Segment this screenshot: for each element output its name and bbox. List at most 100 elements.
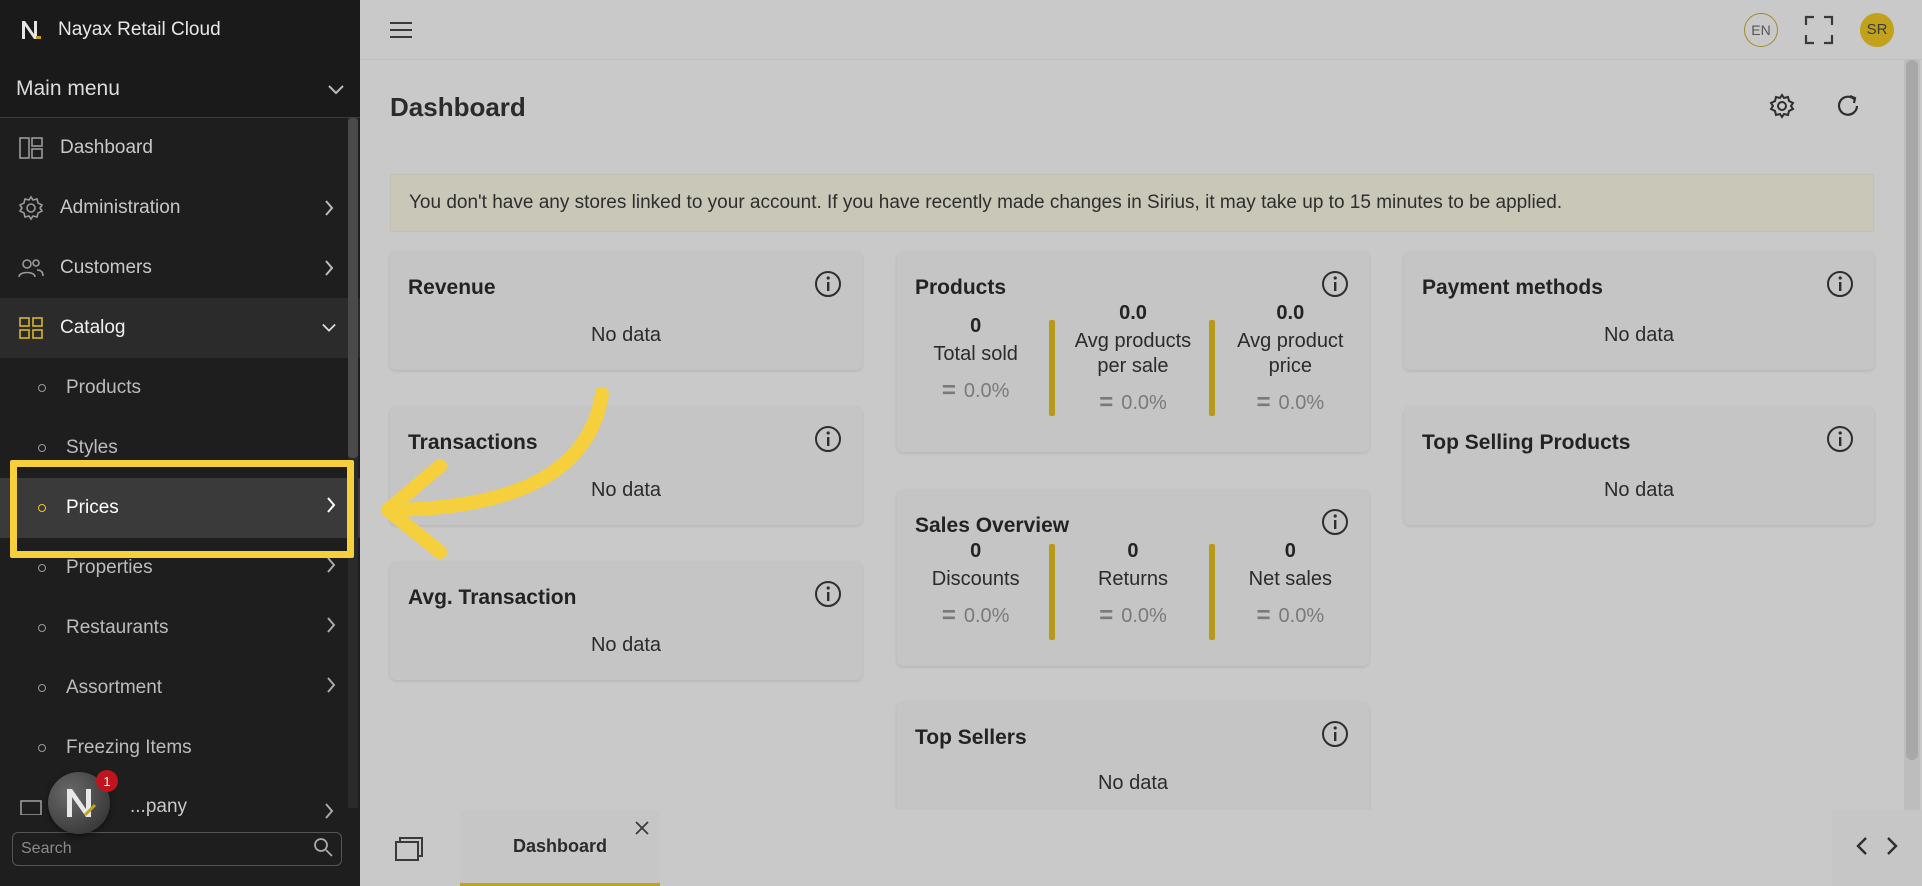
card-title: Top Selling Products bbox=[1422, 431, 1631, 454]
brand-header[interactable]: Nayax Retail Cloud bbox=[0, 0, 360, 60]
info-icon[interactable] bbox=[814, 425, 842, 453]
chevron-right-icon[interactable] bbox=[1886, 836, 1898, 861]
stat-change: = 0.0% bbox=[942, 602, 1010, 630]
chevron-right-icon bbox=[326, 617, 336, 639]
no-data-text: No data bbox=[590, 324, 662, 346]
tab-dashboard[interactable]: Dashboard bbox=[460, 810, 660, 886]
page-title: Dashboard bbox=[390, 92, 526, 122]
chevron-left-icon[interactable] bbox=[1856, 836, 1868, 861]
user-avatar[interactable]: SR bbox=[1860, 12, 1894, 47]
products-card: Products 0 Total sold = 0.0% 0.0 Avg prod… bbox=[897, 252, 1369, 452]
close-icon[interactable] bbox=[634, 820, 650, 836]
bullet-icon bbox=[38, 744, 46, 752]
card-title: Revenue bbox=[408, 276, 496, 299]
stat-label: Net sales bbox=[1248, 568, 1332, 590]
sidebar-item-dashboard[interactable]: Dashboard bbox=[0, 118, 360, 178]
chevron-down-icon bbox=[322, 321, 336, 335]
refresh-icon[interactable] bbox=[1834, 92, 1862, 120]
stat-change: = 0.0% bbox=[1099, 389, 1167, 417]
card-title: Avg. Transaction bbox=[408, 586, 577, 609]
stat-value: 0 bbox=[1284, 540, 1296, 562]
no-data-text: No data bbox=[590, 634, 662, 656]
sidebar-subitem-assortment[interactable]: Assortment bbox=[0, 658, 360, 718]
stat-value: 0.0 bbox=[1276, 302, 1305, 324]
nayax-logo-icon bbox=[67, 789, 97, 817]
divider-bar bbox=[1049, 320, 1055, 416]
chevron-right-icon bbox=[322, 200, 336, 216]
tab-navigation bbox=[1832, 810, 1922, 886]
card-title: Top Sellers bbox=[915, 726, 1027, 749]
sidebar-item-catalog[interactable]: Catalog bbox=[0, 298, 360, 358]
sales-stats: 0 Discounts = 0.0% 0 Returns = 0.0% 0 Net … bbox=[897, 540, 1369, 630]
info-icon[interactable] bbox=[1321, 270, 1349, 298]
topbar: EN SR bbox=[360, 0, 1922, 60]
search-icon[interactable] bbox=[313, 837, 333, 862]
stat-returns: 0 Returns = 0.0% bbox=[1054, 540, 1211, 630]
equal-icon: = bbox=[941, 602, 956, 629]
grid-icon bbox=[18, 315, 44, 341]
sidebar-scrollbar-thumb[interactable] bbox=[348, 118, 358, 458]
equal-icon: = bbox=[941, 377, 956, 404]
card-title: Payment methods bbox=[1422, 276, 1603, 299]
chevron-right-icon bbox=[326, 557, 336, 579]
stat-value: 0 bbox=[1127, 540, 1139, 562]
sidebar-subitem-products[interactable]: Products bbox=[0, 358, 360, 418]
tutorial-arrow bbox=[381, 387, 609, 559]
stat-change: = 0.0% bbox=[1099, 602, 1167, 630]
info-icon[interactable] bbox=[814, 270, 842, 298]
info-icon[interactable] bbox=[814, 580, 842, 608]
sidebar-subitem-label: Styles bbox=[66, 437, 118, 458]
language-selector[interactable]: EN bbox=[1744, 12, 1778, 47]
sidebar-item-customers[interactable]: Customers bbox=[0, 238, 360, 298]
top-sellers-card: Top Sellers No data bbox=[897, 702, 1369, 810]
sidebar-subitem-label: Restaurants bbox=[66, 617, 169, 638]
sidebar-item-administration[interactable]: Administration bbox=[0, 178, 360, 238]
stat-avg-products-per-sale: 0.0 Avg products per sale = 0.0% bbox=[1054, 302, 1211, 417]
equal-icon: = bbox=[1099, 389, 1114, 416]
stat-change: = 0.0% bbox=[1257, 602, 1325, 630]
gear-icon bbox=[18, 195, 44, 221]
info-icon[interactable] bbox=[1826, 270, 1854, 298]
stat-change: = 0.0% bbox=[1257, 389, 1325, 417]
stat-change-value: 0.0% bbox=[1278, 391, 1325, 414]
info-icon[interactable] bbox=[1826, 425, 1854, 453]
sidebar-search-input[interactable] bbox=[21, 840, 313, 858]
nayax-logo-icon bbox=[20, 19, 42, 41]
sidebar-subitem-restaurants[interactable]: Restaurants bbox=[0, 598, 360, 658]
stat-label: Avg products per sale bbox=[1074, 330, 1192, 377]
sidebar-item-label: Dashboard bbox=[60, 137, 153, 158]
stat-change-value: 0.0% bbox=[963, 379, 1010, 402]
hamburger-menu-icon[interactable] bbox=[388, 17, 414, 43]
windows-icon[interactable] bbox=[394, 836, 424, 862]
tab-label: Dashboard bbox=[512, 836, 608, 856]
equal-icon: = bbox=[1099, 602, 1114, 629]
chevron-right-icon bbox=[322, 803, 336, 819]
bullet-icon bbox=[38, 684, 46, 692]
chevron-right-icon bbox=[326, 677, 336, 699]
sidebar-subitem-label: Properties bbox=[66, 557, 153, 578]
sidebar-item-label: Administration bbox=[60, 197, 181, 218]
no-data-text: No data bbox=[1603, 479, 1675, 501]
sidebar-subitem-freezing-items[interactable]: Freezing Items bbox=[0, 718, 360, 778]
settings-gear-icon[interactable] bbox=[1768, 92, 1796, 120]
info-icon[interactable] bbox=[1321, 720, 1349, 748]
divider-bar bbox=[1049, 544, 1055, 640]
sidebar-subitem-label: Assortment bbox=[66, 677, 163, 698]
info-icon[interactable] bbox=[1321, 508, 1349, 536]
main-menu-toggle[interactable]: Main menu bbox=[0, 60, 360, 118]
dashboard-icon bbox=[18, 135, 44, 161]
avg-transaction-card: Avg. Transaction No data bbox=[390, 562, 862, 680]
stat-change-value: 0.0% bbox=[1121, 604, 1167, 627]
building-icon bbox=[18, 792, 44, 818]
divider-bar bbox=[1209, 320, 1215, 416]
top-selling-products-card: Top Selling Products No data bbox=[1404, 407, 1874, 525]
stat-change: = 0.0% bbox=[942, 377, 1010, 405]
stat-label: Discounts bbox=[931, 568, 1020, 590]
chevron-right-icon bbox=[322, 260, 336, 276]
main-scrollbar-thumb[interactable] bbox=[1906, 60, 1918, 760]
fullscreen-icon[interactable] bbox=[1804, 15, 1834, 45]
stat-label: Total sold bbox=[933, 343, 1018, 365]
sidebar-item-label: Customers bbox=[60, 257, 152, 278]
card-title: Products bbox=[915, 276, 1007, 299]
notification-badge: 1 bbox=[96, 770, 118, 792]
